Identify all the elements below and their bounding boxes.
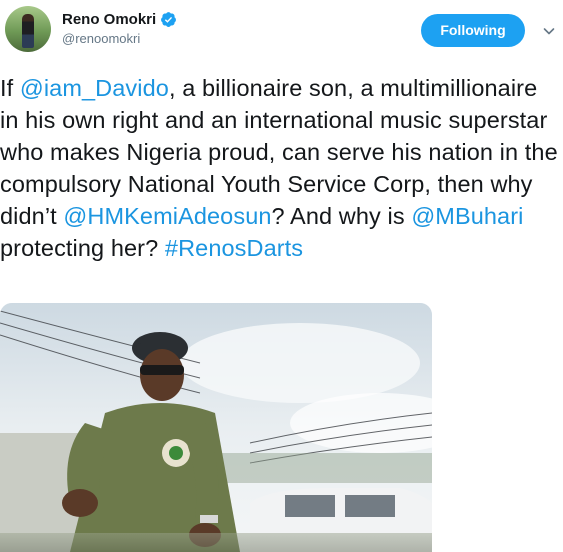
photo-scene (0, 303, 432, 552)
mention-link[interactable]: @HMKemiAdeosun (63, 203, 271, 229)
tweet-text-segment: protecting her? (0, 235, 165, 261)
chevron-down-icon[interactable] (542, 24, 556, 38)
tweet-text-segment: If (0, 75, 20, 101)
mention-link[interactable]: @MBuhari (411, 203, 523, 229)
mention-link[interactable]: @iam_Davido (20, 75, 169, 101)
user-info: Reno Omokri @renoomokri (62, 11, 177, 46)
tweet-text-segment: ? And why is (271, 203, 412, 229)
hashtag-link[interactable]: #RenosDarts (165, 235, 303, 261)
tweet-card: Reno Omokri @renoomokri Following If @ia… (0, 0, 563, 552)
display-name-row: Reno Omokri (62, 11, 177, 28)
tweet-photo[interactable] (0, 303, 432, 552)
user-handle[interactable]: @renoomokri (62, 31, 177, 46)
tweet-text: If @iam_Davido, a billionaire son, a mul… (0, 72, 558, 264)
avatar-figure (22, 14, 34, 48)
following-button[interactable]: Following (421, 14, 525, 47)
verified-badge-icon (161, 12, 177, 27)
avatar[interactable] (5, 6, 51, 52)
display-name[interactable]: Reno Omokri (62, 11, 156, 28)
